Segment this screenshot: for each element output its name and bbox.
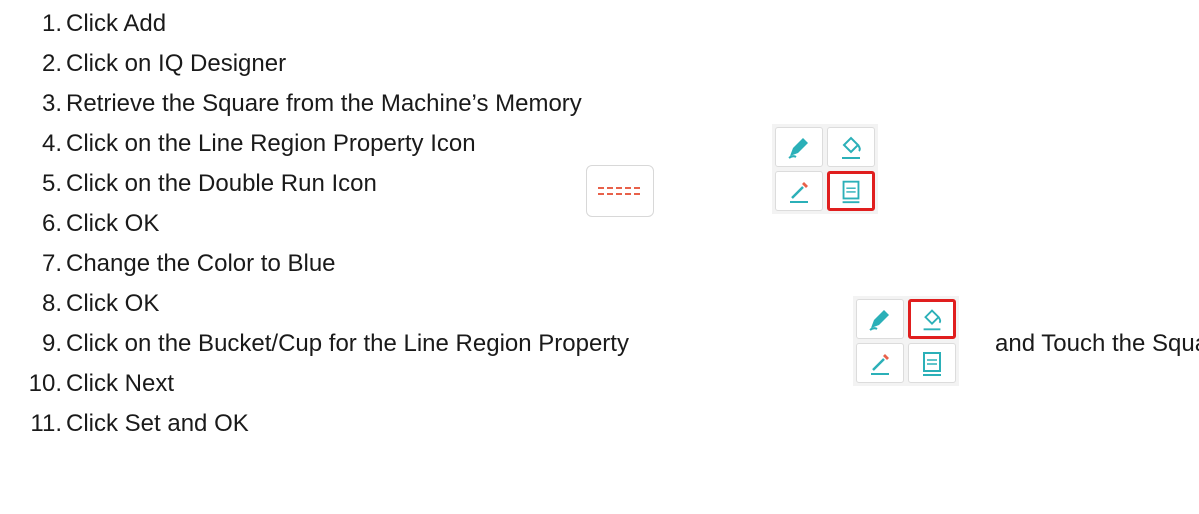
step-number: 3. bbox=[41, 90, 62, 117]
step-text: Click Set and OK bbox=[66, 410, 249, 437]
step-3: 3. Retrieve the Square from the Machine’… bbox=[0, 84, 582, 124]
step-text: Click OK bbox=[66, 210, 160, 237]
step-10: 10. Click Next bbox=[0, 364, 174, 404]
icon-palette bbox=[772, 124, 878, 214]
step-9: 9. Click on the Bucket/Cup for the Line … bbox=[0, 324, 629, 364]
step-text-after-icon: and Touch the Square bbox=[995, 330, 1199, 357]
step-9-trailing: and Touch the Square bbox=[995, 324, 1199, 364]
step-1: 1. Click Add bbox=[0, 4, 166, 44]
step-2: 2. Click on IQ Designer bbox=[0, 44, 286, 84]
step-number: 7. bbox=[41, 250, 62, 277]
step-number: 5. bbox=[41, 170, 62, 197]
double-run-line-icon bbox=[586, 165, 654, 217]
step-6: 6. Click OK bbox=[0, 204, 159, 244]
step-number: 9. bbox=[41, 330, 62, 357]
pen-icon bbox=[856, 299, 904, 339]
step-number: 11. bbox=[30, 410, 62, 437]
step-number: 1. bbox=[41, 10, 62, 37]
step-text: Click Next bbox=[66, 370, 175, 397]
eyedropper-icon bbox=[856, 343, 904, 383]
step-text: Click OK bbox=[66, 290, 160, 317]
step-11: 11. Click Set and OK bbox=[0, 404, 249, 444]
step-text: Change the Color to Blue bbox=[66, 250, 336, 277]
step-number: 6. bbox=[41, 210, 62, 237]
step-number: 4. bbox=[41, 130, 62, 157]
step-8: 8. Click OK bbox=[0, 284, 159, 324]
step-text: Click on the Line Region Property Icon bbox=[66, 130, 476, 157]
pen-icon bbox=[775, 127, 823, 167]
bucket-icon bbox=[827, 127, 875, 167]
icon-palette-step-9 bbox=[853, 296, 959, 386]
step-number: 2. bbox=[41, 50, 62, 77]
step-text: Click Add bbox=[66, 10, 167, 37]
step-text: Click on the Bucket/Cup for the Line Reg… bbox=[66, 330, 629, 357]
step-4: 4. Click on the Line Region Property Ico… bbox=[0, 124, 476, 164]
line-region-icon bbox=[827, 171, 875, 211]
step-number: 8. bbox=[41, 290, 62, 317]
step-5: 5. Click on the Double Run Icon bbox=[0, 164, 377, 204]
step-text: Click on IQ Designer bbox=[66, 50, 287, 77]
step-7: 7. Change the Color to Blue bbox=[0, 244, 336, 284]
eyedropper-icon bbox=[775, 171, 823, 211]
step-text: Click on the Double Run Icon bbox=[66, 170, 377, 197]
line-region-icon bbox=[908, 343, 956, 383]
step-text: Retrieve the Square from the Machine’s M… bbox=[66, 90, 582, 117]
bucket-icon bbox=[908, 299, 956, 339]
step-number: 10. bbox=[28, 370, 62, 397]
